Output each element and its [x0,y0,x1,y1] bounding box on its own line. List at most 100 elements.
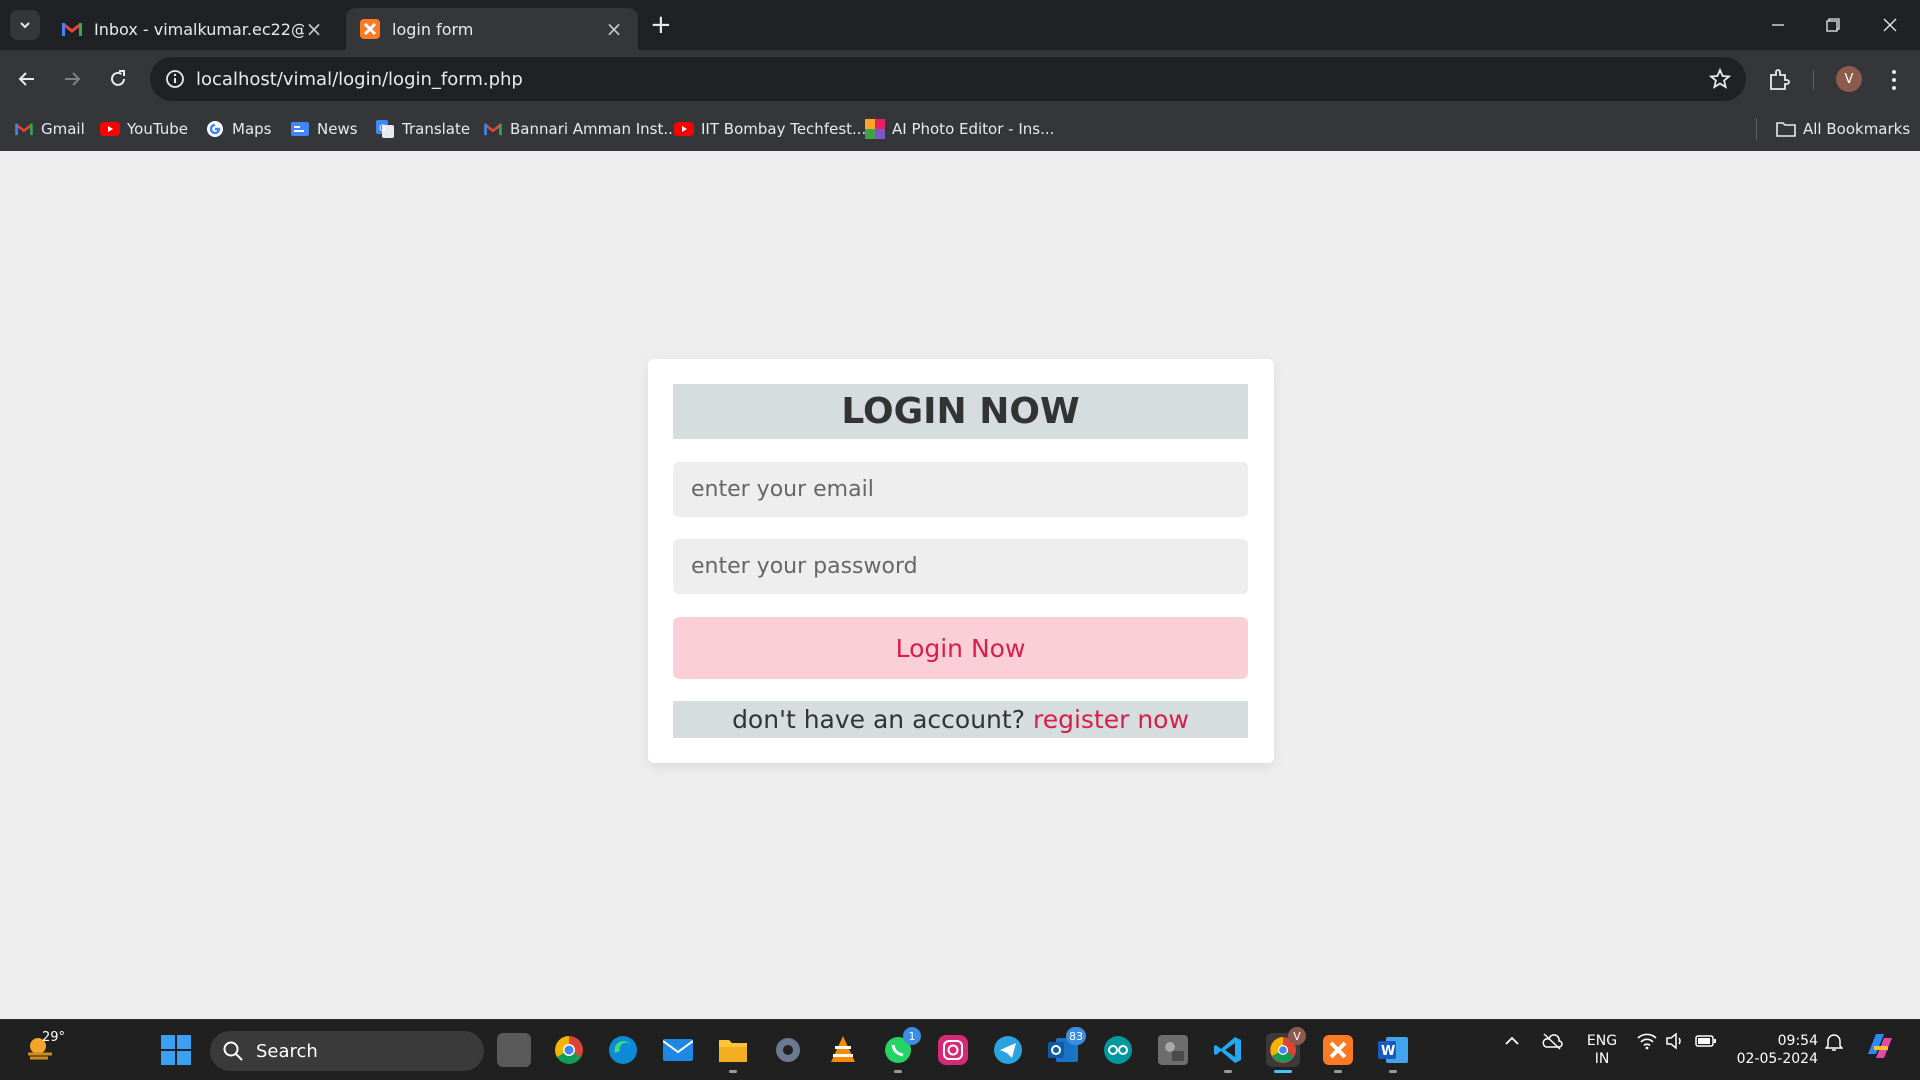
photo-editor-icon [865,119,885,139]
chevron-up-icon [1505,1036,1519,1045]
task-view-icon[interactable] [497,1033,531,1067]
more-menu-icon[interactable] [1882,67,1906,93]
bookmark-news[interactable]: News [290,116,358,142]
notifications-bell-icon[interactable] [1824,1032,1844,1056]
vlc-icon[interactable] [826,1033,860,1067]
email-input[interactable] [673,462,1248,517]
close-window-button[interactable] [1870,10,1910,40]
info-icon[interactable] [164,68,186,90]
page-viewport: LOGIN NOW Login Now don't have an accoun… [0,151,1920,1019]
battery-icon[interactable] [1695,1032,1717,1054]
profile-avatar[interactable]: V [1836,66,1862,92]
new-tab-button[interactable]: + [650,12,672,38]
instagram-icon[interactable] [936,1033,970,1067]
tab-title: login form [392,19,474,39]
reload-icon [111,70,125,86]
vscode-icon[interactable] [1211,1033,1245,1073]
bookmark-label: Maps [232,120,272,138]
restore-button[interactable] [1813,10,1853,40]
reload-button[interactable] [102,63,134,95]
tab-close-icon[interactable]: × [604,17,624,41]
edge-icon[interactable] [606,1033,640,1067]
tab-title: Inbox - vimalkumar.ec22@bitsa [94,19,304,39]
google-icon [205,119,225,139]
bookmark-gmail[interactable]: Gmail [14,116,85,142]
outlook-icon[interactable]: 83 [1046,1027,1086,1067]
bookmark-maps[interactable]: Maps [205,116,271,142]
tab-login-form[interactable]: login form × [346,8,638,50]
toolbar-divider [1813,70,1814,90]
minimize-icon [1772,24,1784,26]
telegram-icon[interactable] [991,1033,1025,1067]
file-explorer-icon[interactable] [716,1033,750,1073]
bookmark-translate[interactable]: G Translate [375,116,470,142]
arrow-right-icon [65,72,81,86]
login-button[interactable]: Login Now [673,617,1248,679]
bookmark-star-icon[interactable] [1708,67,1732,91]
region-code: IN [1594,1051,1610,1067]
login-form: LOGIN NOW Login Now don't have an accoun… [648,359,1274,763]
clock-time: 09:54 [1777,1033,1818,1049]
tab-search-button[interactable] [10,10,40,40]
bookmark-ai-photo-editor[interactable]: AI Photo Editor - Ins... [865,116,1054,142]
gmail-icon [62,19,82,39]
running-indicator [894,1070,902,1073]
google-news-icon [290,119,310,139]
bookmark-iit-bombay[interactable]: IIT Bombay Techfest... [674,116,866,142]
bookmark-label: IIT Bombay Techfest... [701,120,867,138]
onedrive-offline-icon[interactable] [1541,1032,1563,1054]
google-translate-icon: G [375,119,395,139]
chevron-down-icon [20,22,30,29]
password-input[interactable] [673,539,1248,594]
bookmark-youtube[interactable]: YouTube [100,116,188,142]
url-text[interactable]: localhost/vimal/login/login_form.php [196,69,523,90]
bookmarks-divider [1756,118,1757,140]
youtube-icon [100,119,120,139]
photo-app-icon[interactable] [1156,1033,1190,1067]
tab-close-icon[interactable]: × [304,17,324,41]
windows-start-icon[interactable] [160,1034,192,1066]
bookmark-label: YouTube [127,120,188,138]
forward-button[interactable] [56,63,88,95]
mail-icon[interactable] [661,1033,695,1067]
settings-icon[interactable] [771,1033,805,1067]
register-link[interactable]: register now [1033,705,1189,734]
weather-widget[interactable]: 29° [24,1030,65,1068]
extensions-icon[interactable] [1766,67,1792,93]
youtube-icon [674,119,694,139]
notification-badge: 1 [903,1027,921,1045]
notification-badge: 83 [1066,1027,1086,1045]
restore-icon [1826,18,1840,32]
tab-gmail-inbox[interactable]: Inbox - vimalkumar.ec22@bitsa × [48,8,338,50]
whatsapp-icon[interactable]: 1 [881,1027,921,1073]
svg-text:W: W [1381,1044,1395,1059]
svg-text:G: G [379,124,386,134]
arduino-icon[interactable] [1101,1033,1135,1067]
running-indicator [1224,1070,1232,1073]
back-button[interactable] [11,63,43,95]
bookmark-label: Bannari Amman Inst... [510,120,678,138]
search-icon [223,1041,243,1061]
system-clock[interactable]: 09:54 02-05-2024 [1734,1032,1818,1068]
volume-icon[interactable] [1665,1032,1685,1054]
chrome-icon[interactable] [552,1033,586,1067]
address-bar[interactable]: localhost/vimal/login/login_form.php [150,57,1746,101]
browser-tab-strip: Inbox - vimalkumar.ec22@bitsa × login fo… [0,0,1920,50]
copilot-icon[interactable] [1864,1030,1896,1066]
wifi-icon[interactable] [1637,1032,1657,1054]
taskbar-search[interactable]: Search [210,1031,484,1071]
show-hidden-icons-button[interactable] [1503,1032,1521,1054]
minimize-button[interactable] [1758,10,1798,40]
arrow-left-icon [18,72,34,86]
language-indicator[interactable]: ENG IN [1580,1032,1624,1068]
bookmark-bannari-amman[interactable]: Bannari Amman Inst... [483,116,678,142]
bookmark-label: Gmail [41,120,85,138]
folder-icon [1776,119,1796,139]
all-bookmarks-button[interactable]: All Bookmarks [1776,116,1910,142]
all-bookmarks-label: All Bookmarks [1803,120,1911,138]
xampp-icon[interactable] [1321,1033,1355,1073]
word-icon[interactable]: W [1376,1033,1410,1073]
bookmark-label: AI Photo Editor - Ins... [892,120,1055,138]
running-indicator [729,1070,737,1073]
chrome-profile-icon[interactable]: V [1266,1027,1306,1073]
